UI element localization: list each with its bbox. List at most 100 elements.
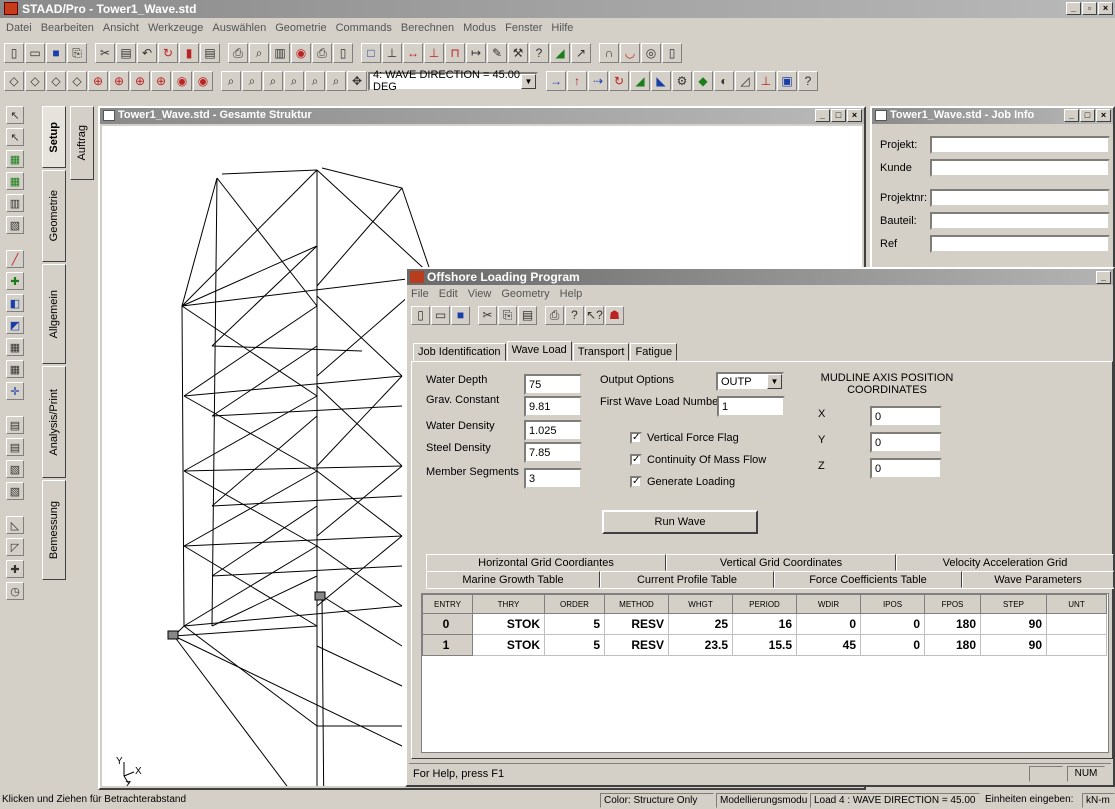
menu-hilfe[interactable]: Hilfe — [551, 22, 573, 34]
cut-icon[interactable]: ✂ — [478, 305, 497, 325]
output-icon[interactable]: ◸ — [6, 538, 24, 556]
cut-icon[interactable]: ✂ — [95, 43, 115, 63]
close-button[interactable]: × — [1098, 2, 1113, 15]
tab-marine-growth[interactable]: Marine Growth Table — [426, 571, 600, 588]
chart-icon[interactable]: ◢ — [550, 43, 570, 63]
new-file-icon[interactable]: ▯ — [4, 43, 24, 63]
about-icon[interactable]: ? — [565, 305, 584, 325]
tab-analysis-print[interactable]: Analysis/Print — [42, 366, 66, 478]
table-cell[interactable]: 0 — [796, 613, 861, 635]
menu-commands[interactable]: Commands — [336, 22, 392, 34]
minimize-button[interactable]: _ — [1064, 109, 1079, 122]
add-node-icon[interactable]: ✚ — [6, 272, 24, 290]
context-help-icon[interactable]: ↖? — [585, 305, 604, 325]
view-iso4-icon[interactable]: ◇ — [67, 71, 87, 91]
table-cell[interactable]: 180 — [924, 634, 981, 656]
paste-icon[interactable]: ▤ — [518, 305, 537, 325]
minimize-button[interactable]: _ — [1096, 271, 1111, 284]
minimize-button[interactable]: _ — [815, 109, 830, 122]
menu-ansicht[interactable]: Ansicht — [103, 22, 139, 34]
zoom-icon[interactable]: ⌕ — [221, 71, 241, 91]
distance-icon[interactable]: ↦ — [466, 43, 486, 63]
table-cell[interactable]: 90 — [980, 634, 1047, 656]
status-units[interactable]: kN-m — [1082, 793, 1115, 808]
help-small-icon[interactable]: ? — [798, 71, 818, 91]
table-cell[interactable]: 0 — [422, 613, 473, 635]
open-folder-icon[interactable]: ▭ — [25, 43, 45, 63]
close-button[interactable]: × — [1096, 109, 1111, 122]
anim-icon[interactable]: ⊥ — [756, 71, 776, 91]
print-preview-icon[interactable]: ⌕ — [249, 43, 269, 63]
table-cell[interactable]: 45 — [796, 634, 861, 656]
menu-geometrie[interactable]: Geometrie — [275, 22, 326, 34]
tab-current-profile[interactable]: Current Profile Table — [600, 571, 774, 588]
beam-label-icon[interactable]: ⊓ — [445, 43, 465, 63]
add-beam-icon[interactable]: ╱ — [6, 250, 24, 268]
table-cell[interactable]: STOK — [472, 634, 545, 656]
save-icon[interactable]: ■ — [46, 43, 66, 63]
menu-berechnen[interactable]: Berechnen — [401, 22, 454, 34]
mudline-z-input[interactable]: 0 — [870, 458, 942, 479]
print-icon[interactable]: ⎙ — [545, 305, 564, 325]
menu-modus[interactable]: Modus — [463, 22, 496, 34]
table-cell[interactable]: 15.5 — [732, 634, 797, 656]
tab-force-coefficients[interactable]: Force Coefficients Table — [774, 571, 962, 588]
tab-auftrag[interactable]: Auftrag — [70, 106, 94, 180]
print-report-icon[interactable]: ⎙ — [312, 43, 332, 63]
table-cell[interactable]: 25 — [668, 613, 733, 635]
zoom-out-icon[interactable]: ⌕ — [263, 71, 283, 91]
projekt-field[interactable] — [930, 136, 1110, 154]
table-cell[interactable]: 0 — [860, 613, 925, 635]
design-icon[interactable]: ✚ — [6, 560, 24, 578]
menu-werkzeuge[interactable]: Werkzeuge — [148, 22, 203, 34]
menu-file[interactable]: File — [411, 288, 429, 300]
tab-wave-load[interactable]: Wave Load — [506, 341, 572, 361]
tab-horizontal-grid[interactable]: Horizontal Grid Coordiantes — [426, 554, 666, 571]
table-cell[interactable]: RESV — [604, 634, 669, 656]
moment-mz-icon[interactable]: ◣ — [651, 71, 671, 91]
select-plates-icon[interactable]: ▦ — [6, 150, 24, 168]
translate-icon[interactable]: ✛ — [6, 382, 24, 400]
rotate-y2-icon[interactable]: ⊕ — [151, 71, 171, 91]
zoom-in-icon[interactable]: ⌕ — [242, 71, 262, 91]
dimension-icon[interactable]: ⊥ — [382, 43, 402, 63]
rotate-y-icon[interactable]: ⊕ — [130, 71, 150, 91]
add-plate-icon[interactable]: ◧ — [6, 294, 24, 312]
table-cell[interactable] — [1046, 613, 1107, 635]
menu-fenster[interactable]: Fenster — [505, 22, 542, 34]
picture-icon[interactable]: ◉ — [291, 43, 311, 63]
mudline-y-input[interactable]: 0 — [870, 432, 942, 453]
deflection-icon[interactable]: ⚙ — [672, 71, 692, 91]
zoom-fit-icon[interactable]: ⌕ — [326, 71, 346, 91]
view-iso2-icon[interactable]: ◇ — [25, 71, 45, 91]
table-cell[interactable]: 0 — [860, 634, 925, 656]
paste-icon[interactable]: ▤ — [116, 43, 136, 63]
stop-icon[interactable]: ▮ — [179, 43, 199, 63]
copy-icon[interactable]: ⎘ — [498, 305, 517, 325]
grid2-icon[interactable]: ▦ — [6, 360, 24, 378]
rotate-x2-icon[interactable]: ⊕ — [109, 71, 129, 91]
moment-icon[interactable]: ↻ — [609, 71, 629, 91]
run-wave-button[interactable]: Run Wave — [602, 510, 758, 534]
close-button[interactable]: × — [847, 109, 862, 122]
steel-density-input[interactable]: 7.85 — [524, 442, 582, 463]
table-cell[interactable]: 1 — [422, 634, 473, 656]
table-cell[interactable]: RESV — [604, 613, 669, 635]
report-icon[interactable]: ▤ — [200, 43, 220, 63]
menu-help[interactable]: Help — [560, 288, 583, 300]
loads-icon[interactable]: ▧ — [6, 460, 24, 478]
minimize-button[interactable]: _ — [1066, 2, 1081, 15]
wave-parameters-grid[interactable]: ENTRY THRY ORDER METHOD WHGT PERIOD WDIR… — [421, 593, 1109, 753]
menu-datei[interactable]: Datei — [6, 22, 32, 34]
tab-transport[interactable]: Transport — [572, 343, 630, 361]
zoom-window-icon[interactable]: ⌕ — [284, 71, 304, 91]
rotate-z-icon[interactable]: ◉ — [172, 71, 192, 91]
tab-vertical-grid[interactable]: Vertical Grid Coordinates — [666, 554, 896, 571]
view-iso3-icon[interactable]: ◇ — [46, 71, 66, 91]
page-setup-icon[interactable]: ▥ — [270, 43, 290, 63]
annotate-icon[interactable]: ↗ — [571, 43, 591, 63]
table-cell[interactable]: 23.5 — [668, 634, 733, 656]
moment-my-icon[interactable]: ◢ — [630, 71, 650, 91]
arc-icon[interactable]: ◡ — [620, 43, 640, 63]
dropdown-arrow-icon[interactable]: ▼ — [767, 374, 782, 389]
